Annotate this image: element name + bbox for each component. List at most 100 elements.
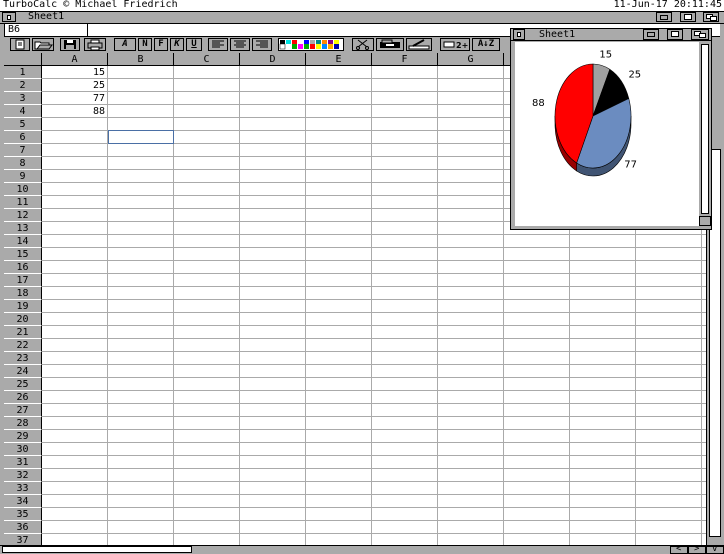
row-header-6[interactable]: 6 <box>4 131 42 144</box>
column-header-e[interactable]: E <box>306 53 372 66</box>
row-header-35[interactable]: 35 <box>4 508 42 521</box>
open-button[interactable] <box>32 38 54 51</box>
pie-label-77: 77 <box>624 159 637 170</box>
row-header-12[interactable]: 12 <box>4 209 42 222</box>
horizontal-scroll-knob[interactable] <box>2 546 192 553</box>
row-header-25[interactable]: 25 <box>4 378 42 391</box>
row-header-17[interactable]: 17 <box>4 274 42 287</box>
copy-icon <box>380 39 400 48</box>
column-header-b[interactable]: B <box>108 53 174 66</box>
chart-depth-gadget-icon[interactable] <box>691 29 709 40</box>
row-header-4[interactable]: 4 <box>4 105 42 118</box>
new-button[interactable] <box>10 38 30 51</box>
row-header-21[interactable]: 21 <box>4 326 42 339</box>
cell-a2[interactable]: 25 <box>42 79 108 92</box>
bold-button[interactable]: F <box>154 38 168 51</box>
row-gridline <box>42 468 706 469</box>
chart-window-title-bar[interactable]: Sheet1 <box>511 29 711 41</box>
row-header-34[interactable]: 34 <box>4 495 42 508</box>
save-button[interactable] <box>60 38 80 51</box>
zoom-gadget-icon[interactable] <box>680 12 696 22</box>
chart-scroll-knob[interactable] <box>701 44 709 214</box>
paste-button[interactable] <box>406 38 432 51</box>
row-header-32[interactable]: 32 <box>4 469 42 482</box>
row-header-16[interactable]: 16 <box>4 261 42 274</box>
row-header-20[interactable]: 20 <box>4 313 42 326</box>
row-header-2[interactable]: 2 <box>4 79 42 92</box>
scroll-right-arrow-icon[interactable]: > <box>688 544 706 554</box>
row-header-8[interactable]: 8 <box>4 157 42 170</box>
cell-reference-value: B6 <box>8 24 21 35</box>
row-header-11[interactable]: 11 <box>4 196 42 209</box>
column-header-d[interactable]: D <box>240 53 306 66</box>
row-header-19[interactable]: 19 <box>4 300 42 313</box>
row-header-10[interactable]: 10 <box>4 183 42 196</box>
column-header-c[interactable]: C <box>174 53 240 66</box>
row-header-37[interactable]: 37 <box>4 534 42 545</box>
row-header-36[interactable]: 36 <box>4 521 42 534</box>
column-gridline <box>305 66 306 545</box>
underline-button[interactable]: U <box>186 38 202 51</box>
save-icon <box>64 40 76 49</box>
chart-resize-gadget-icon[interactable] <box>699 216 711 226</box>
row-header-23[interactable]: 23 <box>4 352 42 365</box>
color-palette[interactable] <box>278 38 344 51</box>
depth-gadget-icon[interactable] <box>703 12 719 22</box>
chart-zoom-gadget-icon[interactable] <box>667 29 683 40</box>
pie-chart: 15 25 77 88 <box>532 50 641 177</box>
iconify-gadget-icon[interactable] <box>656 12 672 22</box>
scroll-down-arrow-icon[interactable]: v <box>706 544 724 554</box>
grid-corner[interactable] <box>4 53 42 66</box>
selected-cell-b6[interactable] <box>108 130 174 144</box>
align-left-button[interactable] <box>208 38 228 51</box>
row-header-22[interactable]: 22 <box>4 339 42 352</box>
normal-button[interactable]: N <box>138 38 152 51</box>
horizontal-scrollbar[interactable]: < > v <box>0 544 724 554</box>
cell-a4[interactable]: 88 <box>42 105 108 118</box>
row-header-3[interactable]: 3 <box>4 92 42 105</box>
row-header-13[interactable]: 13 <box>4 222 42 235</box>
chart-iconify-gadget-icon[interactable] <box>643 29 659 40</box>
pie-label-88: 88 <box>532 98 545 109</box>
row-header-5[interactable]: 5 <box>4 118 42 131</box>
column-header-a[interactable]: A <box>42 53 108 66</box>
column-header-f[interactable]: F <box>372 53 438 66</box>
row-gridline <box>42 351 706 352</box>
cell-reference-field[interactable]: B6 <box>4 23 88 37</box>
row-header-33[interactable]: 33 <box>4 482 42 495</box>
print-button[interactable] <box>84 38 106 51</box>
cut-button[interactable] <box>352 38 374 51</box>
chart-scrollbar[interactable] <box>699 42 711 226</box>
align-right-button[interactable] <box>252 38 272 51</box>
copy-button[interactable] <box>376 38 404 51</box>
row-header-24[interactable]: 24 <box>4 365 42 378</box>
row-gridline <box>42 364 706 365</box>
close-gadget-icon[interactable] <box>2 12 16 22</box>
row-header-31[interactable]: 31 <box>4 456 42 469</box>
row-header-26[interactable]: 26 <box>4 391 42 404</box>
chart-window[interactable]: Sheet1 15 25 77 88 <box>510 28 712 230</box>
row-header-7[interactable]: 7 <box>4 144 42 157</box>
clock: 11-Jun-17 20:11:45 <box>613 0 722 10</box>
align-center-button[interactable] <box>230 38 250 51</box>
row-header-18[interactable]: 18 <box>4 287 42 300</box>
chart-close-gadget-icon[interactable] <box>513 29 525 40</box>
row-header-14[interactable]: 14 <box>4 235 42 248</box>
sum-button[interactable]: 2+ <box>440 38 470 51</box>
cell-a3[interactable]: 77 <box>42 92 108 105</box>
sum-icon: 2+ <box>443 41 468 50</box>
sort-button[interactable]: A↓Z <box>472 38 500 51</box>
row-header-27[interactable]: 27 <box>4 404 42 417</box>
row-header-28[interactable]: 28 <box>4 417 42 430</box>
row-header-30[interactable]: 30 <box>4 443 42 456</box>
row-header-15[interactable]: 15 <box>4 248 42 261</box>
row-header-1[interactable]: 1 <box>4 66 42 79</box>
cell-a1[interactable]: 15 <box>42 66 108 79</box>
font-button[interactable]: A <box>114 38 136 51</box>
column-header-g[interactable]: G <box>438 53 504 66</box>
scroll-left-arrow-icon[interactable]: < <box>670 544 688 554</box>
italic-button[interactable]: K <box>170 38 184 51</box>
row-gridline <box>42 533 706 534</box>
row-header-9[interactable]: 9 <box>4 170 42 183</box>
row-header-29[interactable]: 29 <box>4 430 42 443</box>
